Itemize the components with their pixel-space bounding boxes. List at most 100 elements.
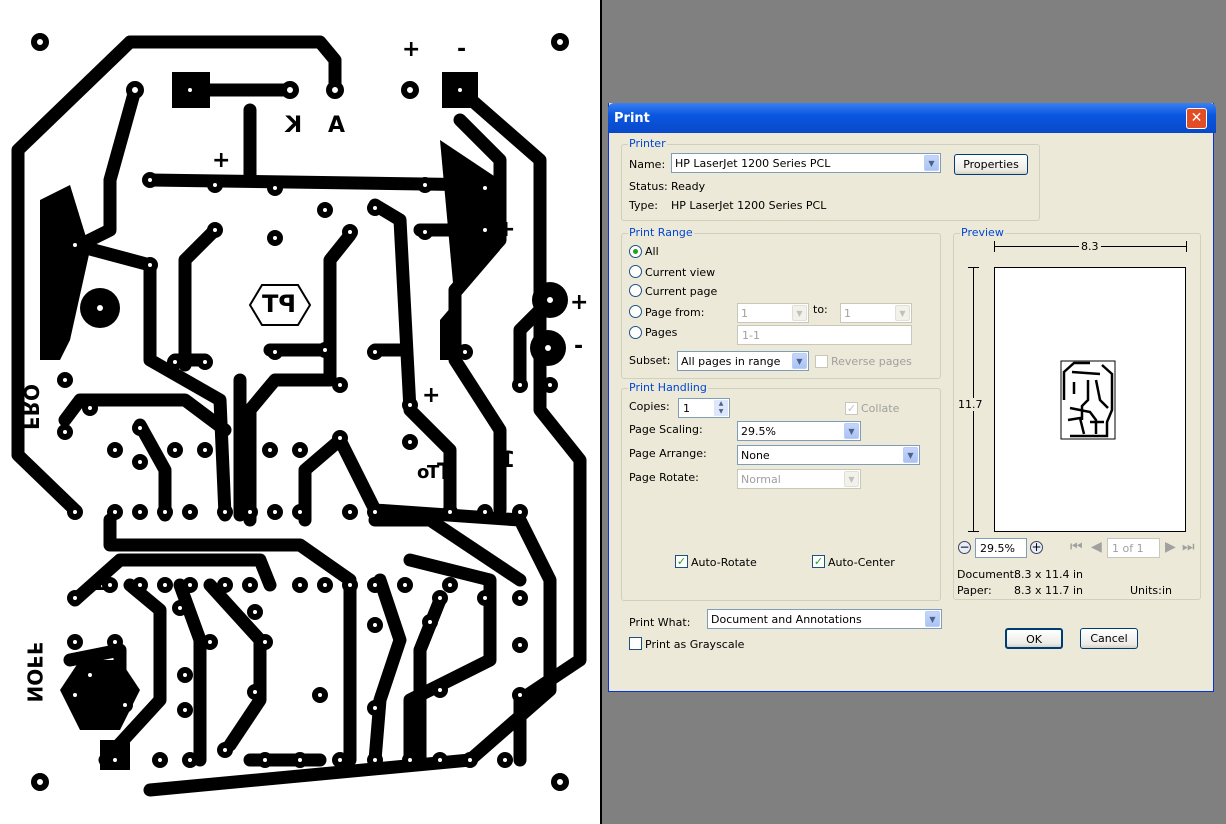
- printer-name-select[interactable]: HP LaserJet 1200 Series PCL ▼: [671, 153, 941, 173]
- copies-stepper[interactable]: 1 ▲ ▼: [678, 398, 730, 418]
- zoom-out-icon[interactable]: −: [958, 541, 971, 554]
- print-range-group-title: Print Range: [628, 226, 694, 239]
- radio-current-view-label: Current view: [645, 266, 716, 279]
- silk-one: 1: [500, 448, 516, 473]
- silk-plus: +: [422, 383, 441, 408]
- page-from-select[interactable]: 1 ▼: [737, 303, 809, 323]
- width-dimension-tick: [1186, 241, 1187, 252]
- chevron-down-icon[interactable]: ▼: [844, 423, 859, 439]
- silk-anode: A: [328, 113, 346, 138]
- dialog-titlebar[interactable]: Print ✕: [608, 103, 1216, 133]
- preview-group-title: Preview: [960, 226, 1005, 239]
- radio-current-page-label: Current page: [645, 285, 718, 298]
- auto-rotate-checkbox[interactable]: ✓: [675, 555, 688, 568]
- auto-center-label: Auto-Center: [828, 556, 895, 569]
- page-scaling-select[interactable]: 29.5% ▼: [737, 421, 861, 441]
- print-dialog: Print ✕ Printer Name: HP LaserJet 1200 S…: [608, 103, 1216, 692]
- subset-select[interactable]: All pages in range ▼: [677, 351, 809, 371]
- radio-current-page[interactable]: [629, 284, 642, 297]
- chevron-down-icon[interactable]: ▼: [844, 471, 859, 487]
- reverse-pages-checkbox[interactable]: [815, 355, 828, 368]
- silk-minus: -: [574, 334, 584, 359]
- printer-group-title: Printer: [628, 137, 667, 150]
- page-rotate-value: Normal: [741, 473, 781, 486]
- page-indicator: 1 of 1: [1112, 542, 1144, 555]
- units-value: in: [1162, 584, 1173, 597]
- pages-placeholder: 1-1: [742, 329, 760, 342]
- preview-height-value: 11.7: [958, 398, 983, 411]
- page-to-select[interactable]: 1 ▼: [840, 303, 912, 323]
- page-rotate-select[interactable]: Normal ▼: [737, 469, 861, 489]
- print-handling-group-title: Print Handling: [628, 381, 708, 394]
- silk-plus: +: [497, 217, 516, 242]
- cancel-button[interactable]: Cancel: [1080, 628, 1138, 649]
- printer-type-value: HP LaserJet 1200 Series PCL: [671, 199, 827, 212]
- page-arrange-label: Page Arrange:: [629, 447, 707, 460]
- page-scaling-label: Page Scaling:: [629, 423, 703, 436]
- print-what-select[interactable]: Document and Annotations ▼: [707, 609, 942, 629]
- collate-checkbox[interactable]: ✓: [845, 402, 858, 415]
- radio-all[interactable]: [629, 245, 642, 258]
- chevron-down-icon[interactable]: ▼: [903, 447, 918, 463]
- chevron-down-icon[interactable]: ▼: [925, 611, 940, 627]
- stepper-arrows-icon[interactable]: ▲ ▼: [714, 400, 728, 416]
- auto-center-checkbox[interactable]: ✓: [812, 555, 825, 568]
- printer-type-label: Type:: [629, 199, 658, 212]
- pages-input[interactable]: 1-1: [737, 325, 912, 345]
- zoom-in-icon[interactable]: +: [1030, 541, 1043, 554]
- page-from-value: 1: [741, 307, 748, 320]
- page-to-label: to:: [813, 303, 828, 316]
- silk-noff: NOFF: [22, 641, 47, 703]
- ok-button[interactable]: OK: [1005, 628, 1063, 649]
- chevron-down-icon[interactable]: ▼: [924, 155, 939, 171]
- chevron-down-icon[interactable]: ▼: [792, 353, 807, 369]
- chevron-down-icon[interactable]: ▼: [792, 305, 807, 321]
- first-page-icon[interactable]: ⏮: [1070, 539, 1083, 555]
- copies-label: Copies:: [629, 400, 670, 413]
- silk-cathode: K: [285, 113, 303, 138]
- printer-status-label: Status:: [629, 180, 668, 193]
- preview-page: [994, 267, 1186, 532]
- page-scaling-value: 29.5%: [741, 425, 776, 438]
- close-icon[interactable]: ✕: [1186, 108, 1207, 129]
- paper-size-label: Paper:: [957, 584, 992, 597]
- radio-pages[interactable]: [629, 326, 642, 339]
- page-from-label: Page from:: [645, 306, 705, 319]
- next-page-icon[interactable]: ▶: [1165, 539, 1176, 555]
- radio-page-from[interactable]: [629, 305, 642, 318]
- page-arrange-value: None: [741, 449, 770, 462]
- page-rotate-label: Page Rotate:: [629, 471, 699, 484]
- chevron-down-icon[interactable]: ▼: [895, 305, 910, 321]
- printer-group: Printer Name: HP LaserJet 1200 Series PC…: [621, 137, 1040, 221]
- subset-label: Subset:: [629, 354, 671, 367]
- page-to-value: 1: [844, 307, 851, 320]
- document-size-value: 8.3 x 11.4 in: [1014, 568, 1084, 581]
- grayscale-checkbox[interactable]: [629, 637, 642, 650]
- paper-size-value: 8.3 x 11.7 in: [1014, 584, 1084, 597]
- preview-width-value: 8.3: [1079, 240, 1101, 253]
- print-what-value: Document and Annotations: [711, 613, 862, 626]
- silk-logo-pt: PT: [262, 290, 296, 318]
- pcb-document-page: + - K A + + + - + PT FRQ T To 1 1 NOFF: [0, 0, 602, 824]
- grayscale-label: Print as Grayscale: [645, 638, 745, 651]
- subset-value: All pages in range: [681, 355, 781, 368]
- silk-frq: FRQ: [19, 383, 44, 431]
- preview-zoom-input[interactable]: 29.5%: [975, 538, 1027, 558]
- page-arrange-select[interactable]: None ▼: [737, 445, 920, 465]
- preview-zoom-value: 29.5%: [980, 542, 1015, 555]
- preview-thumbnail: [1060, 360, 1116, 440]
- radio-pages-label: Pages: [645, 326, 678, 339]
- copies-value: 1: [683, 402, 690, 415]
- dialog-title: Print: [614, 111, 650, 126]
- silk-to: To: [417, 462, 440, 483]
- properties-button[interactable]: Properties: [954, 154, 1028, 175]
- printer-status-value: Ready: [671, 180, 706, 193]
- silk-minus: -: [457, 37, 467, 62]
- silk-plus: +: [212, 148, 231, 173]
- last-page-icon[interactable]: ⏭: [1182, 539, 1195, 555]
- print-handling-group: Print Handling Copies: 1 ▲ ▼ ✓ Collate Pa…: [621, 381, 941, 601]
- prev-page-icon[interactable]: ◀: [1091, 539, 1102, 555]
- reverse-pages-label: Reverse pages: [831, 355, 912, 368]
- radio-current-view[interactable]: [629, 265, 642, 278]
- printer-name-label: Name:: [629, 158, 666, 171]
